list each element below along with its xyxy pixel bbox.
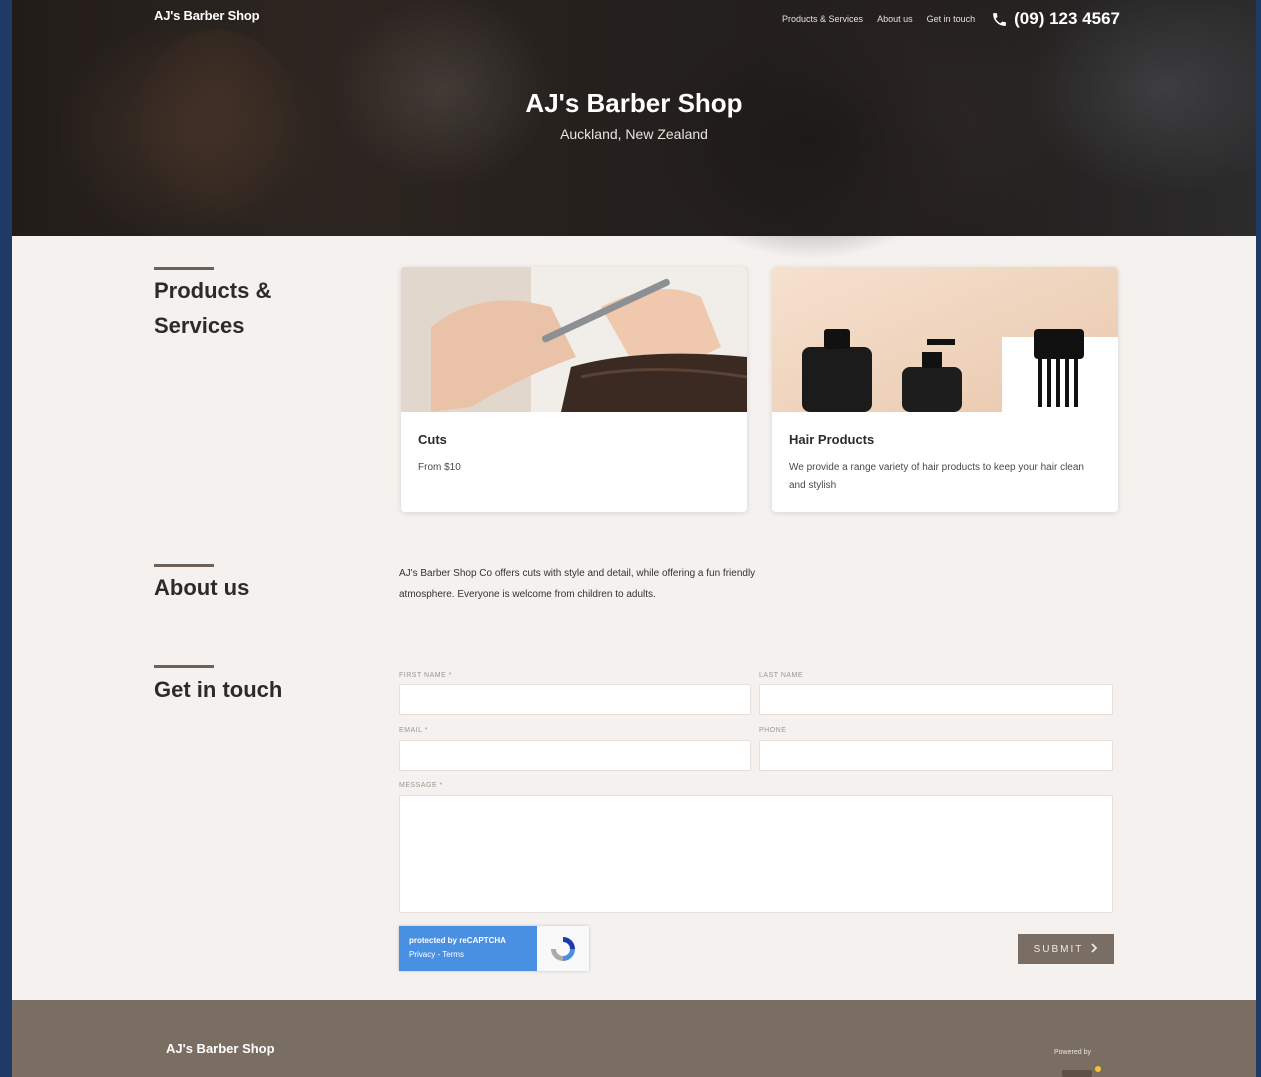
footer-logo[interactable]: AJ's Barber Shop <box>166 1041 275 1056</box>
section-divider <box>154 665 214 668</box>
card-description: From $10 <box>418 462 461 473</box>
section-divider <box>154 267 214 270</box>
hero-banner: AJ's Barber Shop Products & Services Abo… <box>12 0 1256 260</box>
hero-title: AJ's Barber Shop <box>525 88 743 118</box>
about-text: AJ's Barber Shop Co offers cuts with sty… <box>399 568 756 600</box>
phone-link[interactable]: (09) 123 4567 <box>991 9 1120 29</box>
last-name-label: LAST NAME <box>759 672 804 679</box>
chevron-right-icon <box>1091 942 1098 956</box>
email-field[interactable] <box>399 740 751 771</box>
recaptcha-widget[interactable]: protected by reCAPTCHA Privacy - Terms <box>399 926 589 971</box>
contact-section-title: Get in touch <box>154 677 283 702</box>
hair-products-photo <box>772 267 1118 412</box>
products-section-title: Products & Services <box>154 278 272 338</box>
scissors-hands-illustration <box>401 267 747 412</box>
service-card-cuts[interactable]: Cuts From $10 <box>401 267 747 512</box>
section-divider <box>154 564 214 567</box>
haircut-photo <box>401 267 747 412</box>
nav-link-contact[interactable]: Get in touch <box>927 14 976 24</box>
first-name-label: FIRST NAME * <box>399 672 452 679</box>
service-card-hair-products[interactable]: Hair Products We provide a range variety… <box>772 267 1118 512</box>
message-label: MESSAGE * <box>399 782 443 789</box>
submit-button[interactable]: SUBMIT <box>1018 934 1114 964</box>
recaptcha-badge: protected by reCAPTCHA Privacy - Terms <box>399 926 537 971</box>
footer: AJ's Barber Shop Powered by <box>12 1000 1256 1077</box>
about-section-title: About us <box>154 575 250 600</box>
phone-field[interactable] <box>759 740 1113 771</box>
hair-products-illustration <box>772 267 1118 412</box>
recaptcha-icon <box>537 926 589 971</box>
email-label: EMAIL * <box>399 727 428 734</box>
phone-number: (09) 123 4567 <box>1014 9 1120 28</box>
last-name-field[interactable] <box>759 684 1113 715</box>
powered-by-logo[interactable] <box>1062 1066 1102 1077</box>
hero-subtitle: Auckland, New Zealand <box>560 126 708 142</box>
nav-link-products[interactable]: Products & Services <box>782 14 863 24</box>
first-name-field[interactable] <box>399 684 751 715</box>
nav-link-about[interactable]: About us <box>877 14 913 24</box>
card-description: We provide a range variety of hair produ… <box>789 462 1084 491</box>
page: AJ's Barber Shop Products & Services Abo… <box>12 0 1256 1077</box>
phone-icon <box>991 11 1008 28</box>
top-nav: Products & Services About us Get in touc… <box>782 9 1120 29</box>
card-title: Hair Products <box>789 432 875 447</box>
site-logo[interactable]: AJ's Barber Shop <box>154 8 260 23</box>
phone-label: PHONE <box>759 727 787 734</box>
card-title: Cuts <box>418 432 447 447</box>
powered-by-label: Powered by <box>1054 1049 1091 1056</box>
message-field[interactable] <box>399 795 1113 913</box>
